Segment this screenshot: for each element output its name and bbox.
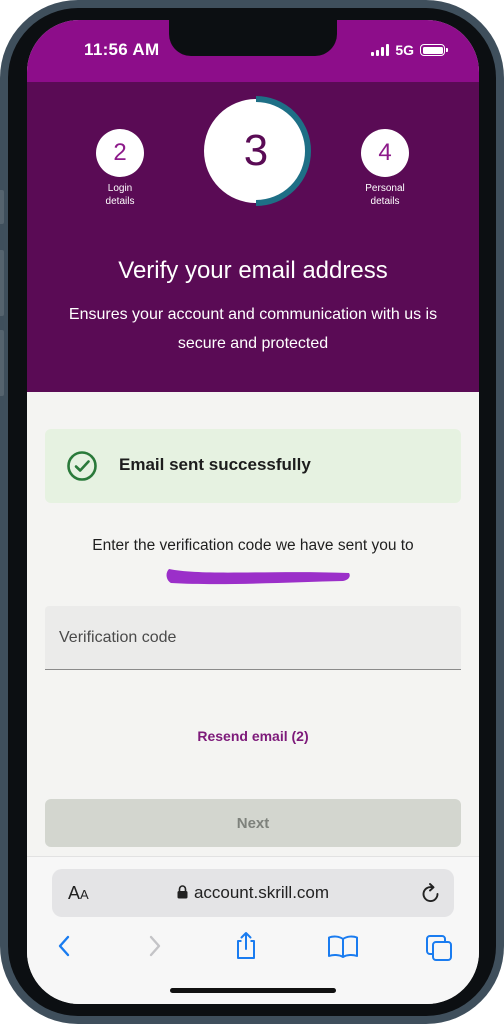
- reload-icon[interactable]: [420, 881, 442, 905]
- resend-email-link[interactable]: Resend email (2): [27, 728, 479, 744]
- forward-icon[interactable]: [144, 933, 164, 959]
- success-banner: Email sent successfully: [45, 429, 461, 503]
- battery-icon: [420, 44, 448, 56]
- lock-icon: [177, 885, 188, 899]
- screen: 11:56 AM 5G 2 Login details 3 4 Personal…: [27, 20, 479, 1004]
- volume-down-button: [0, 330, 4, 396]
- verification-code-input[interactable]: [45, 606, 461, 670]
- step-4-label: Personal details: [365, 183, 405, 207]
- status-bar: 11:56 AM 5G: [27, 20, 479, 82]
- tabs-icon[interactable]: [425, 934, 453, 962]
- status-time: 11:56 AM: [84, 40, 160, 59]
- cellular-signal-icon: [371, 44, 390, 56]
- check-circle-icon: [67, 451, 97, 481]
- step-3-number: 3: [243, 126, 269, 175]
- back-icon[interactable]: [55, 933, 75, 959]
- bookmarks-icon[interactable]: [327, 934, 359, 960]
- home-indicator: [170, 988, 336, 993]
- page-subtitle: Ensures your account and communication w…: [68, 306, 438, 352]
- page-title: Verify your email address: [118, 257, 388, 284]
- step-2-circle: 2: [96, 129, 144, 177]
- notch: [169, 20, 337, 56]
- network-label: 5G: [395, 42, 414, 58]
- share-icon[interactable]: [233, 931, 259, 961]
- url-text: account.skrill.com: [193, 883, 330, 902]
- step-4-circle: 4: [361, 129, 409, 177]
- step-2-label: Login details: [105, 183, 135, 207]
- step-3-current: 3: [199, 94, 313, 208]
- redacted-email-scribble: [166, 569, 350, 585]
- address-bar[interactable]: AA account.skrill.com: [52, 869, 454, 917]
- success-message: Email sent successfully: [119, 455, 311, 474]
- mute-switch: [0, 190, 4, 224]
- volume-up-button: [0, 250, 4, 316]
- status-indicators: 5G: [371, 42, 448, 58]
- next-button[interactable]: Next: [45, 799, 461, 847]
- url-display[interactable]: account.skrill.com: [52, 883, 454, 903]
- instruction-text: Enter the verification code we have sent…: [92, 537, 414, 554]
- browser-toolbar: AA account.skrill.com: [27, 856, 479, 1004]
- header: 2 Login details 3 4 Personal details Ver…: [27, 82, 479, 392]
